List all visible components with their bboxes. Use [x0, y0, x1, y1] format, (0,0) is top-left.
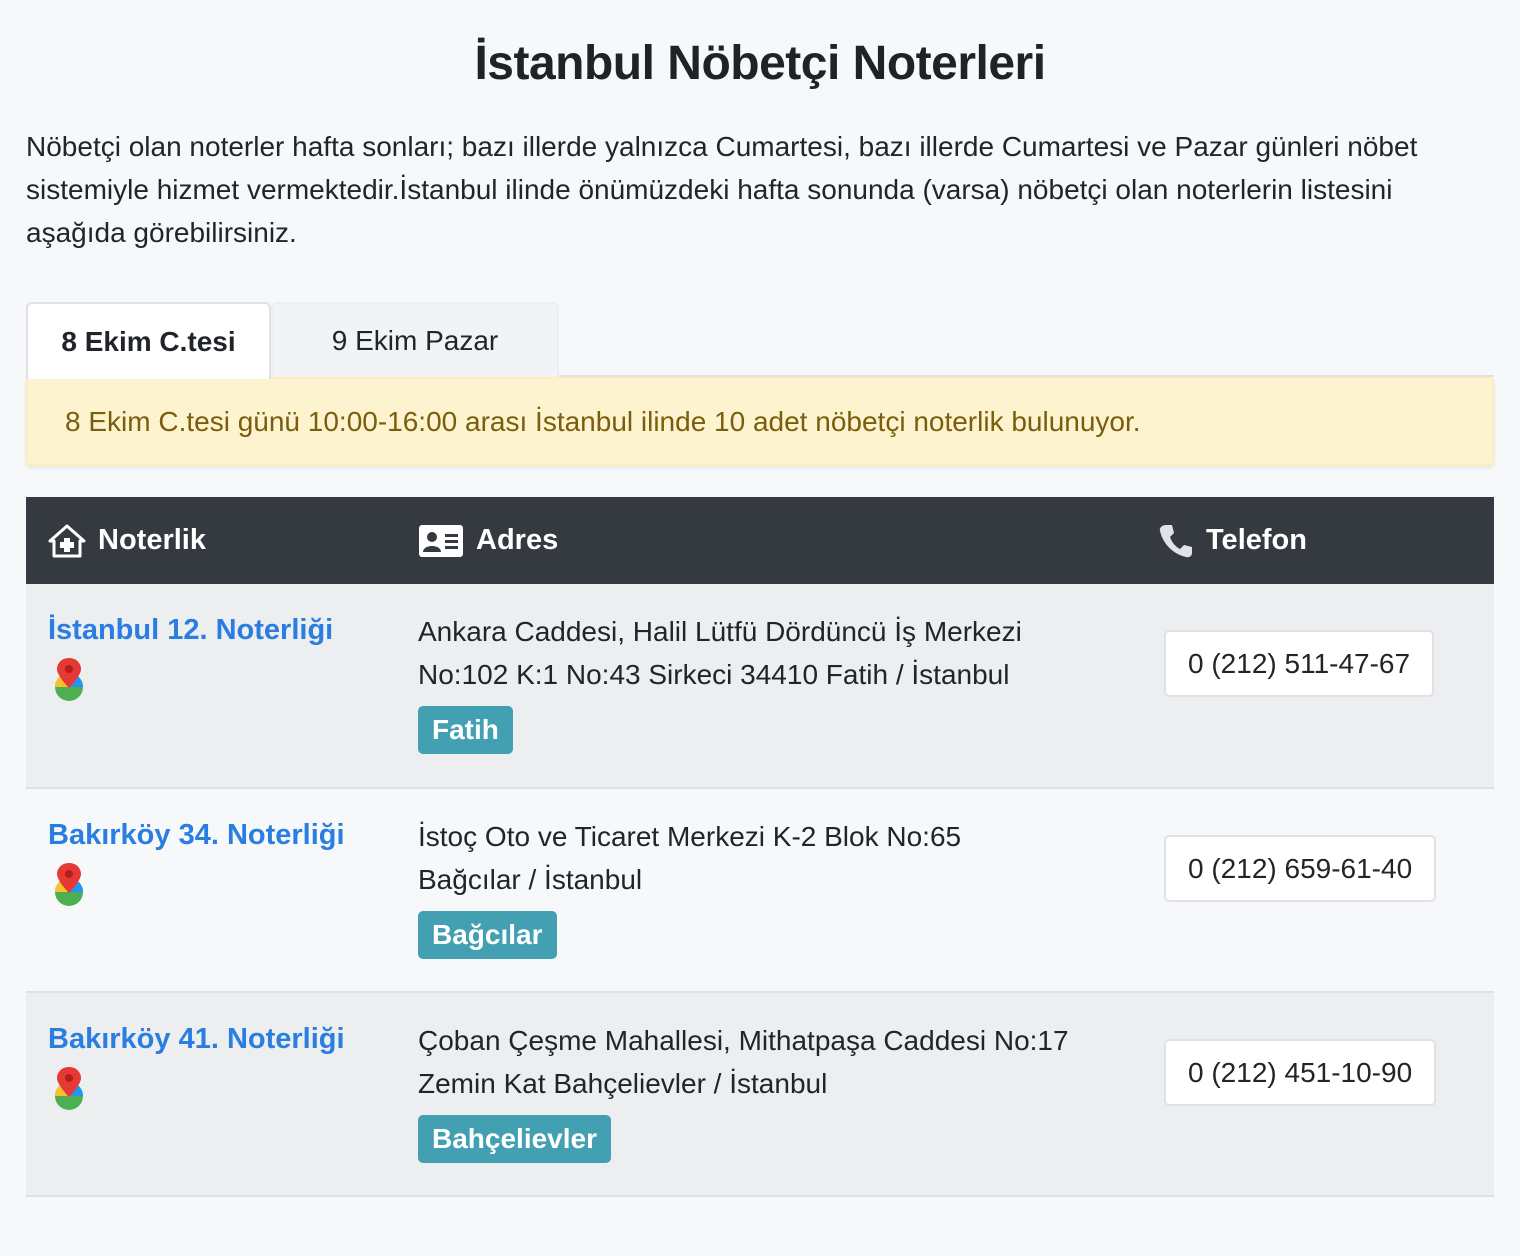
page-container: İstanbul Nöbetçi Noterleri Nöbetçi olan … [26, 0, 1494, 1197]
address-line: İstoç Oto ve Ticaret Merkezi K-2 Blok No… [418, 821, 962, 852]
district-badge: Bağcılar [418, 911, 557, 959]
phone-number[interactable]: 0 (212) 511-47-67 [1164, 630, 1435, 697]
cell-noterlik: İstanbul 12. Noterliği [26, 584, 418, 788]
address-line: No:102 K:1 No:43 Sirkeci 34410 Fatih / İ… [418, 659, 1010, 690]
intro-text: Nöbetçi olan noterler hafta sonları; baz… [26, 131, 1418, 248]
notary-table: Noterlik Adres Telefon İstanbul 12. Note… [26, 497, 1494, 1197]
table-header-row: Noterlik Adres Telefon [26, 497, 1494, 584]
alert-text: 8 Ekim C.tesi günü 10:00-16:00 arası İst… [65, 405, 1141, 437]
address-line: Bağcılar / İstanbul [418, 864, 643, 895]
phone-number[interactable]: 0 (212) 659-61-40 [1164, 835, 1437, 902]
district-badge: Fatih [418, 706, 513, 754]
header-telefon: Telefon [1158, 497, 1494, 584]
noter-link[interactable]: İstanbul 12. Noterliği [48, 610, 418, 650]
table-row: İstanbul 12. Noterliği Ankara Caddesi, H… [26, 584, 1494, 788]
header-adres-label: Adres [476, 524, 559, 556]
header-noterlik-label: Noterlik [98, 524, 206, 556]
cell-telefon: 0 (212) 451-10-90 [1158, 992, 1494, 1196]
phone-icon [1159, 524, 1192, 557]
map-pin-icon[interactable] [48, 1065, 90, 1111]
district-badge: Bahçelievler [418, 1115, 611, 1163]
day-tabs: 8 Ekim C.tesi 9 Ekim Pazar [26, 302, 1494, 379]
id-card-icon [419, 524, 463, 557]
tab-sunday[interactable]: 9 Ekim Pazar [271, 302, 559, 377]
cell-noterlik: Bakırköy 34. Noterliği [26, 788, 418, 992]
cell-telefon: 0 (212) 511-47-67 [1158, 584, 1494, 788]
cell-adres: Çoban Çeşme Mahallesi, Mithatpaşa Caddes… [418, 992, 1158, 1196]
cell-adres: Ankara Caddesi, Halil Lütfü Dördüncü İş … [418, 584, 1158, 788]
house-icon [48, 524, 86, 557]
cell-noterlik: Bakırköy 41. Noterliği [26, 992, 418, 1196]
address-line: Çoban Çeşme Mahallesi, Mithatpaşa Caddes… [418, 1025, 1069, 1056]
cell-telefon: 0 (212) 659-61-40 [1158, 788, 1494, 992]
address-line: Ankara Caddesi, Halil Lütfü Dördüncü İş … [418, 616, 1022, 647]
header-telefon-label: Telefon [1206, 524, 1307, 556]
phone-number[interactable]: 0 (212) 451-10-90 [1164, 1039, 1437, 1106]
tab-saturday[interactable]: 8 Ekim C.tesi [26, 302, 271, 379]
info-alert: 8 Ekim C.tesi günü 10:00-16:00 arası İst… [26, 377, 1494, 466]
noter-link[interactable]: Bakırköy 34. Noterliği [48, 815, 418, 855]
map-pin-icon[interactable] [48, 861, 90, 907]
noter-link[interactable]: Bakırköy 41. Noterliği [48, 1019, 418, 1059]
table-row: Bakırköy 41. Noterliği Çoban Çeşme Mahal… [26, 992, 1494, 1196]
header-adres: Adres [418, 497, 1158, 584]
address-line: Zemin Kat Bahçelievler / İstanbul [418, 1068, 828, 1099]
table-row: Bakırköy 34. Noterliği İstoç Oto ve Tica… [26, 788, 1494, 992]
cell-adres: İstoç Oto ve Ticaret Merkezi K-2 Blok No… [418, 788, 1158, 992]
map-pin-icon[interactable] [48, 656, 90, 702]
header-noterlik: Noterlik [26, 497, 418, 584]
page-title: İstanbul Nöbetçi Noterleri [474, 37, 1046, 90]
